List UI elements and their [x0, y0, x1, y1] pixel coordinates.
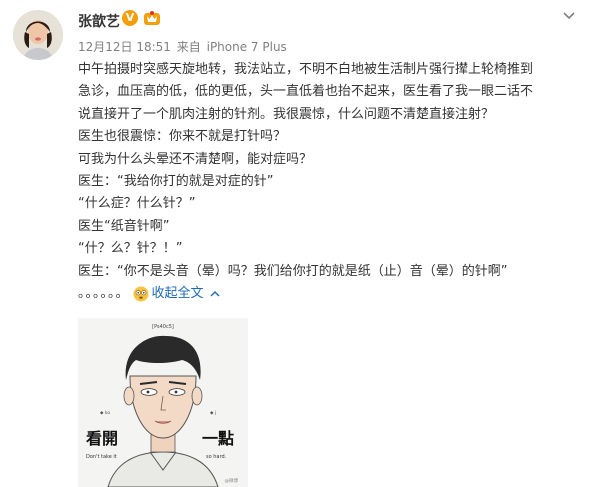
post-source[interactable]: iPhone 7 Plus	[207, 40, 287, 54]
post-line: “什么症？什么针？”	[78, 196, 196, 212]
image-left-title: 看開	[85, 429, 118, 448]
post-line: 中午拍摄时突感天旋地转，我法站立，不明不白地被生活制片强行撵上轮椅推到	[78, 62, 534, 77]
dizzy-face-emoji-icon	[133, 286, 149, 302]
weibo-post-card: 张歆艺 V 12月12日 18:51 来自 iPhone 7 Plus 中午拍摄…	[0, 0, 589, 487]
chevron-up-icon[interactable]	[210, 290, 220, 298]
collapse-full-text-link[interactable]: 收起全文	[152, 283, 204, 305]
image-right-small-text: ◆ j	[210, 410, 216, 416]
more-options-chevron-icon[interactable]	[560, 8, 578, 24]
post-line: “什？么？针？！”	[78, 241, 183, 257]
post-line: 说直接开了一个肌肉注射的针剂。我很震惊，什么问题不清楚直接注射？	[78, 106, 495, 122]
image-top-label: [Ps40c5]	[152, 324, 174, 330]
post-line: 医生“纸音针啊”	[78, 218, 170, 234]
post-timestamp[interactable]: 12月12日 18:51	[78, 40, 171, 54]
post-line: 医生也很震惊：你来不就是打针吗？	[78, 129, 287, 145]
post-image[interactable]: [Ps40c5] 看開 一點 Don't take it so hard. ◆ …	[78, 318, 248, 487]
image-watermark: @微博	[225, 477, 239, 484]
verified-badge-icon[interactable]: V	[122, 10, 138, 26]
vip-crown-icon[interactable]	[143, 10, 161, 26]
image-right-caption: so hard.	[206, 454, 227, 460]
source-prefix: 来自	[176, 40, 201, 54]
post-line: 可我为什么头晕还不清楚啊，能对症吗？	[78, 151, 313, 167]
post-line: 医生：“你不是头音（晕）吗？我们给你打的就是纸（止）音（晕）的针啊”	[78, 263, 508, 279]
post-line: 医生：“我给你打的就是对症的针”	[78, 174, 274, 190]
post-text: 中午拍摄时突感天旋地转，我法站立，不明不白地被生活制片强行撵上轮椅推到 急诊，血…	[78, 59, 583, 305]
author-name[interactable]: 张歆艺	[78, 11, 120, 31]
collapse-row: 。。。。。。 收起全文	[78, 283, 583, 305]
image-right-title: 一點	[202, 429, 234, 448]
post-meta: 12月12日 18:51 来自 iPhone 7 Plus	[78, 38, 289, 55]
post-line: 急诊，血压高的低，低的更低，头一直低着也抬不起来，医生看了我一眼二话不	[78, 84, 534, 100]
cartoon-portrait-image: [Ps40c5] 看開 一點 Don't take it so hard. ◆ …	[78, 318, 248, 487]
author-avatar[interactable]	[13, 10, 63, 60]
image-left-small-text: ◆ ko	[100, 410, 110, 416]
image-left-caption: Don't take it	[86, 454, 117, 460]
trailing-dots: 。。。。。。	[78, 285, 130, 301]
avatar-image	[13, 10, 63, 60]
